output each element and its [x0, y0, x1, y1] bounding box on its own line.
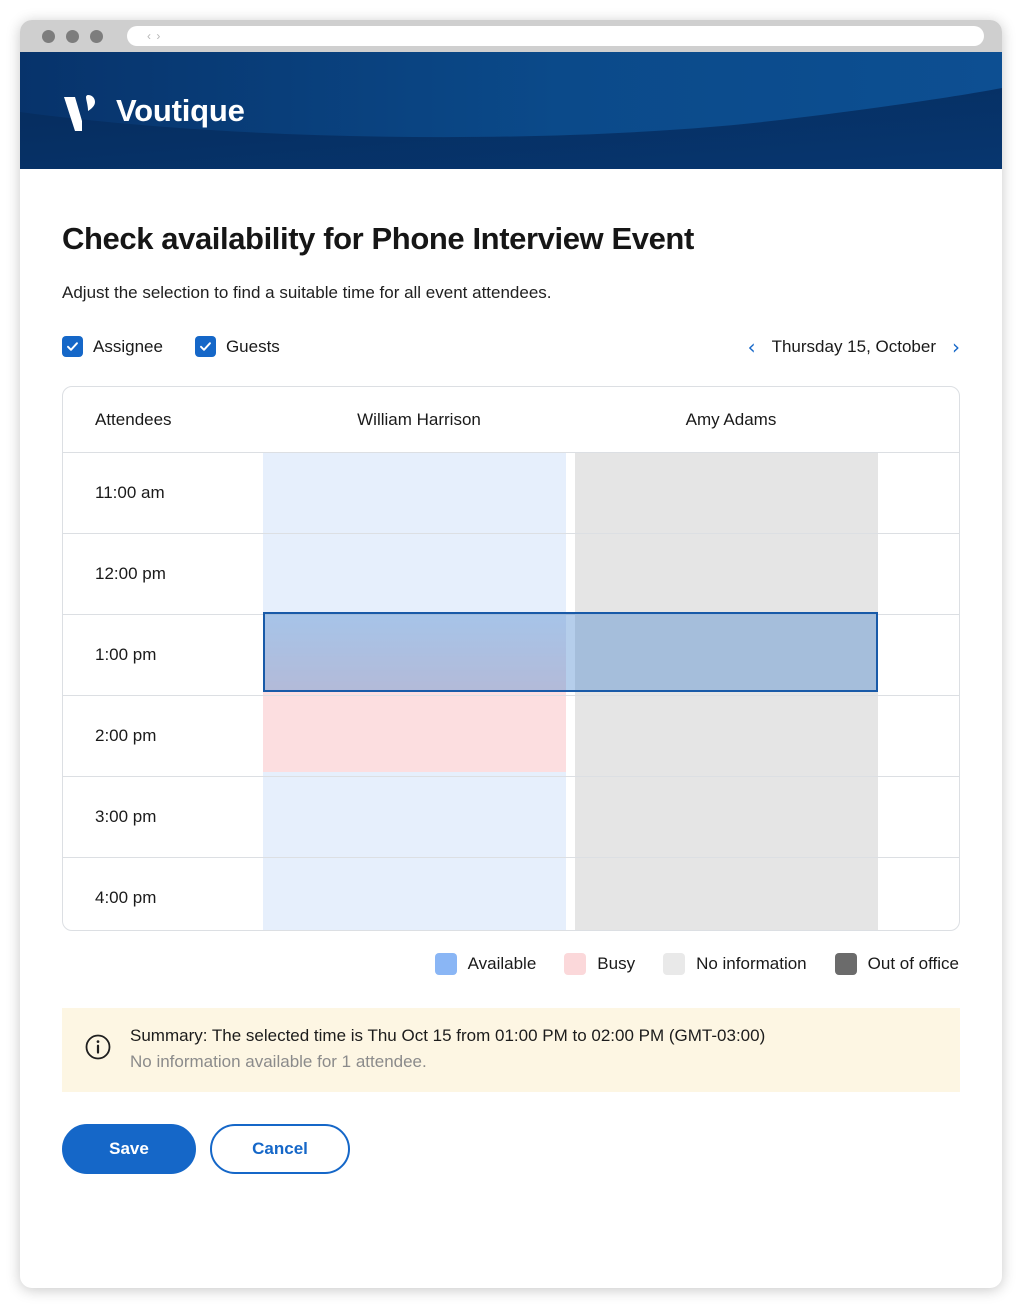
slot-amy[interactable] [575, 452, 887, 534]
checkbox-guests[interactable]: Guests [194, 336, 280, 357]
browser-titlebar: ‹ › [20, 20, 1002, 52]
check-icon [199, 342, 211, 351]
column-header-spacer [887, 387, 959, 453]
summary-line-primary: Summary: The selected time is Thu Oct 15… [130, 1026, 766, 1045]
legend-item-no-information: No information [663, 953, 807, 975]
legend-swatch-out-of-office [834, 953, 857, 975]
table-row[interactable]: 12:00 pm [63, 533, 959, 615]
slot-amy[interactable] [575, 695, 887, 777]
legend-item-out-of-office: Out of office [834, 953, 959, 975]
legend-swatch-busy [564, 953, 587, 975]
window-controls [42, 29, 103, 43]
availability-grid: Attendees William Harrison Amy Adams 11:… [62, 386, 960, 931]
column-header-amy-adams: Amy Adams [575, 387, 887, 453]
brand-lockup: Voutique [62, 52, 245, 169]
cancel-button[interactable]: Cancel [210, 1124, 350, 1174]
page-subtitle: Adjust the selection to find a suitable … [62, 283, 552, 302]
slot-william[interactable] [263, 533, 575, 615]
time-label: 3:00 pm [63, 776, 263, 858]
legend-item-available: Available [434, 953, 537, 975]
legend-item-busy: Busy [564, 953, 635, 975]
info-circle-icon [84, 1033, 112, 1066]
summary-line-secondary: No information available for 1 attendee. [130, 1052, 427, 1071]
window-maximize-dot[interactable] [90, 29, 103, 43]
slot-william[interactable] [263, 776, 575, 858]
controls-row: Assignee Guests ‹ Thursday 15, October › [62, 303, 960, 357]
browser-window: ‹ › Voutique Check availability for Phon… [20, 20, 1002, 1288]
slot-amy[interactable] [575, 533, 887, 615]
time-label: 12:00 pm [63, 533, 263, 615]
slot-spacer [887, 776, 959, 858]
time-label: 1:00 pm [63, 614, 263, 696]
page-title: Check availability for Phone Interview E… [62, 221, 694, 256]
action-buttons: Save Cancel [62, 1092, 960, 1174]
check-icon [67, 342, 78, 351]
legend-swatch-available [434, 953, 457, 975]
save-button[interactable]: Save [62, 1124, 196, 1174]
column-header-william-harrison: William Harrison [263, 387, 575, 453]
code-brackets-icon: ‹ › [147, 29, 162, 43]
slot-spacer [887, 695, 959, 777]
table-row[interactable]: 4:00 pm [63, 858, 959, 931]
chevron-right-icon[interactable]: › [952, 337, 960, 357]
brand-name: Voutique [116, 92, 245, 128]
slot-spacer [887, 614, 959, 696]
slot-william[interactable] [263, 858, 575, 931]
window-minimize-dot[interactable] [66, 29, 79, 43]
legend: Available Busy No information Out of off… [62, 931, 960, 975]
legend-label-out-of-office: Out of office [867, 954, 959, 973]
address-bar[interactable]: ‹ › [127, 26, 984, 46]
table-row[interactable]: 3:00 pm [63, 776, 959, 858]
window-close-dot[interactable] [42, 29, 55, 43]
time-label: 2:00 pm [63, 695, 263, 777]
date-navigator: ‹ Thursday 15, October › [748, 337, 960, 357]
slot-william[interactable] [263, 452, 575, 534]
slot-spacer [887, 858, 959, 931]
legend-label-no-information: No information [696, 954, 807, 973]
slot-spacer [887, 452, 959, 534]
checkbox-assignee[interactable]: Assignee [62, 336, 163, 357]
table-row[interactable]: 2:00 pm [63, 695, 959, 777]
chevron-left-icon[interactable]: ‹ [748, 337, 756, 357]
current-date-label: Thursday 15, October [771, 336, 936, 356]
time-label: 4:00 pm [95, 888, 157, 907]
column-header-attendees: Attendees [63, 387, 263, 453]
time-label: 11:00 am [63, 452, 263, 534]
table-header-row: Attendees William Harrison Amy Adams [63, 387, 959, 453]
attendee-filters: Assignee Guests [62, 336, 280, 357]
summary-banner: Summary: The selected time is Thu Oct 15… [62, 1008, 960, 1092]
app-header: Voutique [20, 52, 1002, 169]
checkbox-assignee-box[interactable] [62, 336, 83, 357]
table-row[interactable]: 11:00 am [63, 452, 959, 534]
voutique-v-logo-icon [64, 94, 95, 131]
slot-amy[interactable] [575, 858, 887, 931]
slot-amy[interactable] [575, 776, 887, 858]
slot-william[interactable] [263, 695, 575, 777]
legend-swatch-no-information [663, 953, 686, 975]
checkbox-guests-label: Guests [225, 336, 280, 356]
checkbox-assignee-label: Assignee [93, 336, 163, 356]
legend-label-available: Available [467, 954, 537, 973]
page-content: Check availability for Phone Interview E… [20, 169, 1002, 1174]
time-selection-handle[interactable] [263, 612, 878, 692]
slot-spacer [887, 533, 959, 615]
checkbox-guests-box[interactable] [194, 336, 216, 357]
legend-label-busy: Busy [597, 954, 636, 973]
